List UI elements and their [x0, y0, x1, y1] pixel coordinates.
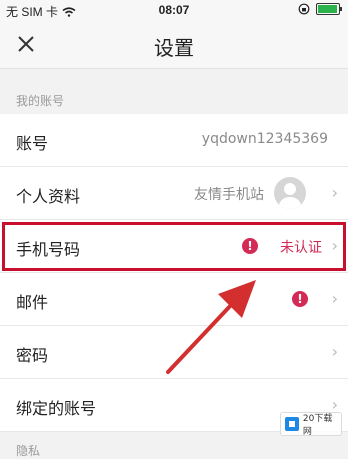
watermark-text: 20下载网 [302, 414, 333, 437]
watermark-logo: 20下载网 [280, 412, 342, 437]
watermark-icon [285, 417, 299, 431]
annotation-arrow-icon [166, 280, 256, 374]
